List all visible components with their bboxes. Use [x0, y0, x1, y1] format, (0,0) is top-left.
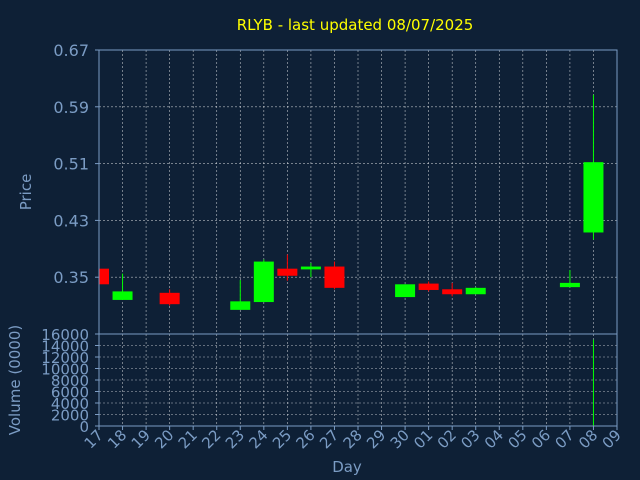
candle-body — [324, 266, 345, 288]
candle-body — [300, 266, 321, 270]
price-tick-label: 0.35 — [53, 268, 89, 287]
candle-body — [99, 268, 109, 285]
x-axis-ticks: 1718192021222324252627282930010203040506… — [81, 426, 625, 452]
candle-body — [277, 268, 298, 276]
y-axis-label: Price — [17, 174, 35, 211]
price-tick-label: 0.59 — [53, 98, 89, 117]
candle-body — [395, 284, 416, 298]
candle-body — [253, 261, 274, 303]
chart-background — [0, 0, 640, 480]
candle-body — [112, 291, 133, 300]
candlestick-chart: RLYB - last updated 08/07/2025 0.35 0.43 0… — [0, 0, 640, 480]
x-axis-label: Day — [332, 458, 362, 476]
volume-axis-label: Volume (0000) — [6, 325, 24, 435]
price-tick-label: 0.51 — [53, 155, 89, 174]
candle-body — [159, 292, 180, 305]
candle-body — [230, 301, 251, 310]
price-tick-label: 0.43 — [53, 211, 89, 230]
chart-title: RLYB - last updated 08/07/2025 — [237, 16, 474, 34]
candle-body — [583, 162, 604, 233]
candle-body — [559, 282, 580, 288]
volume-bar — [592, 339, 594, 426]
volume-bars — [592, 339, 594, 426]
candle-body — [465, 287, 486, 295]
volume-tick-label: 16000 — [41, 326, 89, 344]
candle-body — [418, 283, 439, 290]
price-tick-label: 0.67 — [53, 41, 89, 60]
candle-body — [442, 289, 463, 295]
